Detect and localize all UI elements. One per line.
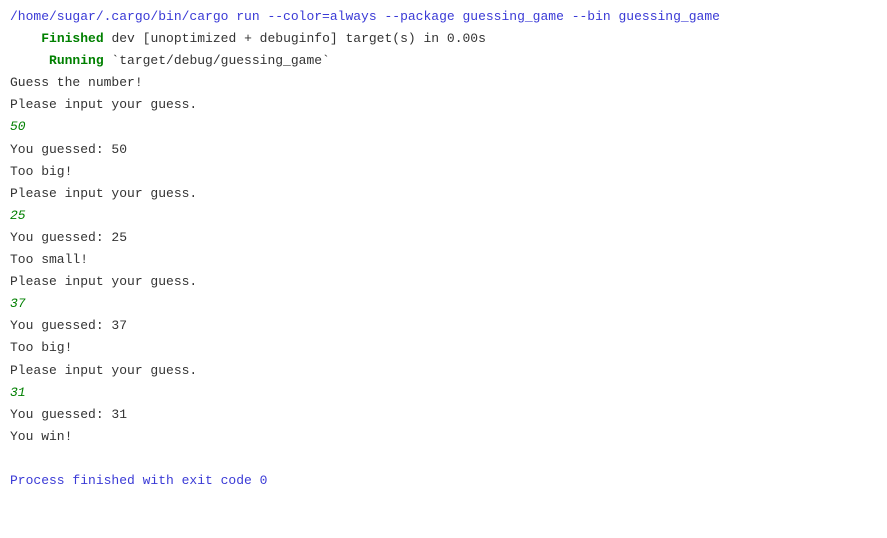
finished-line: Finished dev [unoptimized + debuginfo] t…	[10, 28, 877, 50]
output-prompt-2: Please input your guess.	[10, 183, 877, 205]
output-prompt-1: Please input your guess.	[10, 94, 877, 116]
exit-message: Process finished with exit code 0	[10, 470, 877, 492]
user-input-4: 31	[10, 382, 877, 404]
user-input-3: 37	[10, 293, 877, 315]
finished-indent	[10, 31, 41, 46]
output-guessed-1: You guessed: 50	[10, 139, 877, 161]
running-line: Running `target/debug/guessing_game`	[10, 50, 877, 72]
user-input-2: 25	[10, 205, 877, 227]
output-result-4: You win!	[10, 426, 877, 448]
running-text: `target/debug/guessing_game`	[104, 53, 330, 68]
blank-line	[10, 448, 877, 470]
output-prompt-3: Please input your guess.	[10, 271, 877, 293]
command-line: /home/sugar/.cargo/bin/cargo run --color…	[10, 6, 877, 28]
output-guessed-2: You guessed: 25	[10, 227, 877, 249]
output-guessed-4: You guessed: 31	[10, 404, 877, 426]
output-result-1: Too big!	[10, 161, 877, 183]
output-result-3: Too big!	[10, 337, 877, 359]
running-indent	[10, 53, 49, 68]
output-guessed-3: You guessed: 37	[10, 315, 877, 337]
running-label: Running	[49, 53, 104, 68]
output-prompt-4: Please input your guess.	[10, 360, 877, 382]
user-input-1: 50	[10, 116, 877, 138]
finished-label: Finished	[41, 31, 103, 46]
finished-text: dev [unoptimized + debuginfo] target(s) …	[104, 31, 486, 46]
output-result-2: Too small!	[10, 249, 877, 271]
output-intro: Guess the number!	[10, 72, 877, 94]
